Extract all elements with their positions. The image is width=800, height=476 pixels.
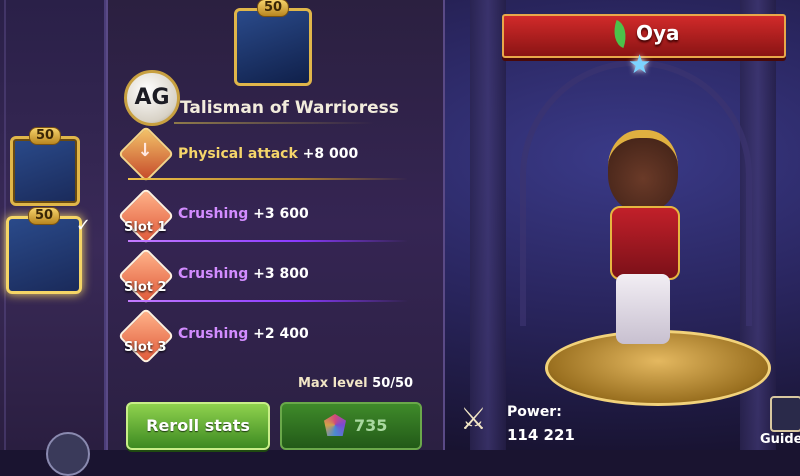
- main-stat-glow: [128, 178, 408, 180]
- guide-label[interactable]: Guide: [760, 432, 800, 447]
- background-pillar: [470, 0, 506, 450]
- main-stat-value: +8 000: [302, 146, 359, 162]
- power-label: Power:: [507, 404, 562, 420]
- talisman-item-icon: 50: [234, 0, 312, 86]
- slot-label: Slot 2: [124, 280, 167, 295]
- slot-stat-text: Crushing +2 400: [178, 326, 309, 342]
- guide-book-icon[interactable]: [770, 396, 800, 432]
- level-badge: 50: [27, 207, 61, 225]
- reroll-cost-button[interactable]: 735: [280, 402, 422, 450]
- title-divider: [174, 122, 374, 124]
- level-badge: 50: [256, 0, 290, 17]
- slot-stat-glow: [128, 300, 408, 302]
- max-level-text: Max level: [298, 376, 368, 391]
- hero-head: [608, 130, 678, 212]
- ag-logo: AG: [124, 70, 180, 126]
- slot-stat-value: +2 400: [253, 326, 309, 342]
- hero-armor: [610, 206, 680, 280]
- equipment-strip: 50 50 ✓: [0, 0, 106, 450]
- power-value: 114 221: [507, 426, 575, 444]
- max-level-label: Max level 50/50: [298, 376, 413, 391]
- slot-stat-text: Crushing +3 800: [178, 266, 309, 282]
- main-stat-row: ↓ Physical attack +8 000: [117, 125, 408, 186]
- reroll-stats-button[interactable]: Reroll stats: [126, 402, 270, 450]
- slot-stat-value: +3 800: [253, 266, 309, 282]
- slot-label: Slot 3: [124, 340, 167, 355]
- star-icon: ★: [628, 50, 652, 80]
- reroll-cost-value: 735: [354, 416, 388, 435]
- slot-stat-name: Crushing: [178, 326, 249, 342]
- leaf-icon: [608, 19, 632, 49]
- slot-stat-name: Crushing: [178, 206, 249, 222]
- hero-name: Oya: [636, 21, 680, 45]
- hero-legs: [616, 274, 670, 344]
- back-button[interactable]: [46, 432, 90, 476]
- equipment-slot-helmet[interactable]: 50: [10, 127, 80, 206]
- crushing-icon: [117, 307, 175, 365]
- level-badge: 50: [28, 127, 62, 145]
- main-stat-name: Physical attack: [178, 146, 298, 162]
- slot-stat-row: Slot 1 Crushing +3 600: [117, 187, 408, 248]
- main-stat-text: Physical attack +8 000: [178, 146, 358, 162]
- hero-figure[interactable]: [588, 110, 698, 350]
- slot-stat-name: Crushing: [178, 266, 249, 282]
- slot-stat-value: +3 600: [253, 206, 309, 222]
- slot-stat-text: Crushing +3 600: [178, 206, 309, 222]
- crossed-swords-icon: ⚔: [460, 402, 487, 437]
- gem-icon: [324, 414, 346, 436]
- equipment-slot-talisman[interactable]: 50 ✓: [6, 207, 91, 294]
- crushing-icon: [117, 187, 175, 245]
- slot-stat-row: Slot 2 Crushing +3 800: [117, 247, 408, 308]
- max-level-value: 50/50: [372, 376, 414, 391]
- crushing-icon: [117, 247, 175, 305]
- slot-stat-row: Slot 3 Crushing +2 400: [117, 307, 408, 368]
- selected-check-icon: ✓: [75, 215, 91, 236]
- slot-stat-glow: [128, 240, 408, 242]
- item-title: Talisman of Warrioress: [180, 98, 399, 118]
- sword-stat-glyph: ↓: [137, 140, 153, 161]
- slot-label: Slot 1: [124, 220, 167, 235]
